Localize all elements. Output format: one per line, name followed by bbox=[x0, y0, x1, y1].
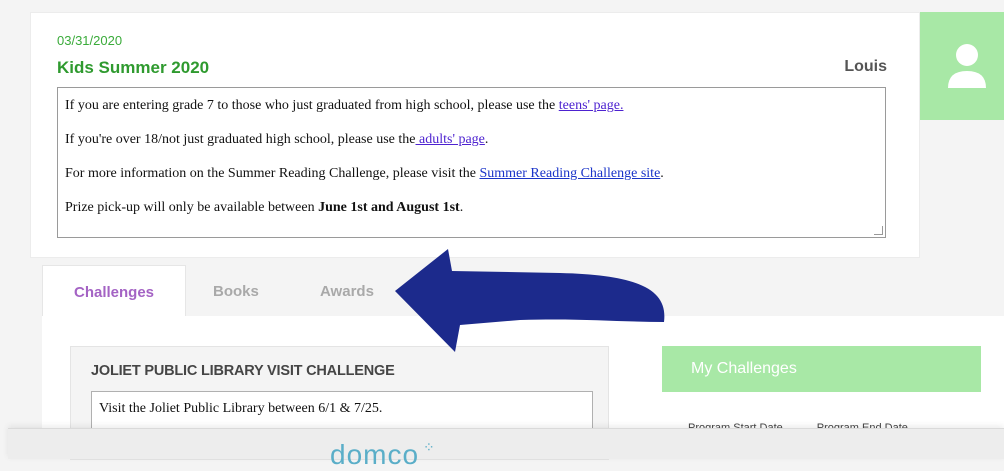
tab-awards[interactable]: Awards bbox=[320, 265, 374, 317]
prize-dates: June 1st and August 1st bbox=[318, 200, 460, 215]
info-line-text: . bbox=[484, 132, 489, 147]
adults-page-link[interactable]: adults' page bbox=[416, 132, 485, 147]
teens-page-link[interactable]: teens' page. bbox=[559, 98, 624, 113]
summer-reading-challenge-link[interactable]: Summer Reading Challenge site bbox=[479, 166, 660, 181]
footer-logo: DOMCO ⁘ bbox=[330, 439, 436, 471]
info-line-prize: Prize pick-up will only be available bet… bbox=[65, 200, 463, 216]
program-title: Kids Summer 2020 bbox=[57, 58, 210, 77]
info-line-teens: If you are entering grade 7 to those who… bbox=[65, 98, 623, 114]
program-info-textarea[interactable]: If you are entering grade 7 to those who… bbox=[57, 87, 886, 238]
info-line-text: . bbox=[459, 200, 464, 215]
resize-handle-icon[interactable] bbox=[874, 226, 883, 235]
info-line-adults: If you're over 18/not just graduated hig… bbox=[65, 132, 488, 148]
avatar[interactable] bbox=[920, 12, 1004, 120]
footer-bar: DOMCO ⁘ bbox=[8, 428, 1004, 470]
program-header-card: 03/31/2020 Kids Summer 2020 Louis If you… bbox=[30, 12, 920, 258]
tab-books[interactable]: Books bbox=[213, 265, 259, 317]
info-line-text: Prize pick-up will only be available bet… bbox=[65, 200, 319, 215]
info-line-text: If you're over 18/not just graduated hig… bbox=[65, 132, 416, 147]
challenge-title: JOLIET PUBLIC LIBRARY VISIT CHALLENGE bbox=[91, 363, 395, 379]
user-name: Louis bbox=[844, 58, 887, 75]
challenge-description: Visit the Joliet Public Library between … bbox=[99, 401, 383, 416]
info-line-text: . bbox=[660, 166, 664, 181]
logo-dots-icon: ⁘ bbox=[423, 439, 436, 455]
tab-challenges[interactable]: Challenges bbox=[42, 265, 186, 318]
info-line-text: If you are entering grade 7 to those who… bbox=[65, 98, 559, 113]
info-line-text: For more information on the Summer Readi… bbox=[65, 166, 480, 181]
my-challenges-header: My Challenges bbox=[662, 346, 981, 392]
footer-logo-text: DOMCO bbox=[330, 439, 420, 470]
my-challenges-title: My Challenges bbox=[691, 360, 797, 377]
tab-bar: Challenges Books Awards bbox=[42, 265, 1004, 318]
program-date: 03/31/2020 bbox=[57, 33, 123, 48]
info-line-challenge-site: For more information on the Summer Readi… bbox=[65, 166, 664, 182]
user-silhouette-icon bbox=[948, 44, 986, 88]
